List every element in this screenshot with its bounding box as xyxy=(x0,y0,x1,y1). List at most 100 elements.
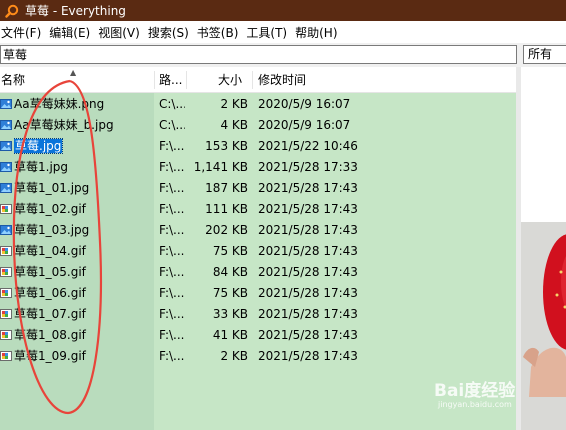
file-modified: 2020/5/9 16:07 xyxy=(258,118,351,132)
file-size: 202 KB xyxy=(205,223,248,237)
gif-icon xyxy=(0,330,12,340)
file-name-text: 草莓1_09.gif xyxy=(14,349,86,363)
table-row[interactable]: 草莓1.jpg F:\... 1,141 KB 2021/5/28 17:33 xyxy=(0,157,516,178)
table-row[interactable]: 草莓1_05.gif F:\... 84 KB 2021/5/28 17:43 xyxy=(0,262,516,283)
column-divider[interactable] xyxy=(186,71,187,89)
column-header-size[interactable]: 大小 xyxy=(218,67,242,93)
table-row[interactable]: 草莓1_07.gif F:\... 33 KB 2021/5/28 17:43 xyxy=(0,304,516,325)
table-row[interactable]: Aa草莓妹妹_b.jpg C:\... 4 KB 2020/5/9 16:07 xyxy=(0,115,516,136)
title-bar: 草莓 - Everything xyxy=(0,0,566,21)
gif-icon xyxy=(0,204,12,214)
menu-tools[interactable]: 工具(T) xyxy=(244,24,293,41)
file-modified: 2020/5/9 16:07 xyxy=(258,97,351,111)
file-path: C:\... xyxy=(159,118,185,132)
table-row[interactable]: 草莓1_06.gif F:\... 75 KB 2021/5/28 17:43 xyxy=(0,283,516,304)
file-name-text: 草莓1.jpg xyxy=(14,160,69,174)
table-row[interactable]: 草莓1_01.jpg F:\... 187 KB 2021/5/28 17:43 xyxy=(0,178,516,199)
file-name: 草莓1_05.gif xyxy=(14,262,152,283)
table-row[interactable]: 草莓1_04.gif F:\... 75 KB 2021/5/28 17:43 xyxy=(0,241,516,262)
file-size: 75 KB xyxy=(212,286,248,300)
file-modified: 2021/5/28 17:43 xyxy=(258,181,358,195)
table-row[interactable]: 草莓1_09.gif F:\... 2 KB 2021/5/28 17:43 xyxy=(0,346,516,367)
file-path: F:\... xyxy=(159,307,185,321)
column-header-name[interactable]: 名称 xyxy=(1,67,25,93)
gif-icon xyxy=(0,246,12,256)
file-name-text: Aa草莓妹妹.png xyxy=(14,97,105,111)
image-icon xyxy=(0,99,12,109)
file-path: F:\... xyxy=(159,244,185,258)
file-name-text: 草莓.jpg xyxy=(14,138,64,154)
file-path: F:\... xyxy=(159,286,185,300)
file-path: F:\... xyxy=(159,160,185,174)
image-icon xyxy=(0,120,12,130)
file-name-text: 草莓1_06.gif xyxy=(14,286,86,300)
file-name-text: 草莓1_02.gif xyxy=(14,202,86,216)
menu-bookmarks[interactable]: 书签(B) xyxy=(195,24,245,41)
file-name: Aa草莓妹妹_b.jpg xyxy=(14,115,152,136)
file-modified: 2021/5/28 17:43 xyxy=(258,286,358,300)
file-size: 1,141 KB xyxy=(193,160,248,174)
file-size: 111 KB xyxy=(205,202,248,216)
column-header-path[interactable]: 路... xyxy=(159,67,182,93)
image-icon xyxy=(0,183,12,193)
strawberry-preview-image xyxy=(521,67,566,430)
column-divider[interactable] xyxy=(154,71,155,89)
menu-view[interactable]: 视图(V) xyxy=(96,24,146,41)
file-size: 2 KB xyxy=(220,349,248,363)
search-bar: 所有 xyxy=(0,43,566,67)
image-icon xyxy=(0,162,12,172)
menu-help[interactable]: 帮助(H) xyxy=(293,24,343,41)
file-modified: 2021/5/28 17:43 xyxy=(258,349,358,363)
table-row[interactable]: Aa草莓妹妹.png C:\... 2 KB 2020/5/9 16:07 xyxy=(0,94,516,115)
file-modified: 2021/5/28 17:43 xyxy=(258,223,358,237)
file-path: F:\... xyxy=(159,223,185,237)
table-row[interactable]: 草莓1_08.gif F:\... 41 KB 2021/5/28 17:43 xyxy=(0,325,516,346)
file-size: 33 KB xyxy=(212,307,248,321)
file-name: 草莓1_07.gif xyxy=(14,304,152,325)
menu-edit[interactable]: 编辑(E) xyxy=(47,24,96,41)
column-header-modified[interactable]: 修改时间 xyxy=(258,67,306,93)
gif-icon xyxy=(0,351,12,361)
file-name-text: 草莓1_05.gif xyxy=(14,265,86,279)
file-name: 草莓1.jpg xyxy=(14,157,152,178)
everything-app-icon xyxy=(5,4,19,18)
sort-ascending-icon: ▲ xyxy=(70,68,77,77)
menu-search[interactable]: 搜索(S) xyxy=(146,24,195,41)
menu-file[interactable]: 文件(F) xyxy=(0,24,47,41)
file-path: F:\... xyxy=(159,139,185,153)
file-modified: 2021/5/28 17:43 xyxy=(258,244,358,258)
file-modified: 2021/5/28 17:43 xyxy=(258,307,358,321)
file-name: 草莓1_01.jpg xyxy=(14,178,152,199)
file-name: 草莓.jpg xyxy=(14,136,152,157)
file-name: 草莓1_03.jpg xyxy=(14,220,152,241)
table-row[interactable]: 草莓1_02.gif F:\... 111 KB 2021/5/28 17:43 xyxy=(0,199,516,220)
file-path: F:\... xyxy=(159,328,185,342)
file-path: F:\... xyxy=(159,265,185,279)
image-icon xyxy=(0,225,12,235)
table-row[interactable]: 草莓.jpg F:\... 153 KB 2021/5/22 10:46 xyxy=(0,136,516,157)
results-list[interactable]: ▲ 名称 路... 大小 修改时间 Aa草莓妹妹.png C:\... 2 KB 20… xyxy=(0,67,516,430)
file-size: 4 KB xyxy=(220,118,248,132)
table-row[interactable]: 草莓1_03.jpg F:\... 202 KB 2021/5/28 17:43 xyxy=(0,220,516,241)
file-size: 153 KB xyxy=(205,139,248,153)
file-modified: 2021/5/28 17:43 xyxy=(258,265,358,279)
file-path: F:\... xyxy=(159,181,185,195)
file-name: Aa草莓妹妹.png xyxy=(14,94,152,115)
menu-bar: 文件(F) 编辑(E) 视图(V) 搜索(S) 书签(B) 工具(T) 帮助(H… xyxy=(0,21,566,43)
filter-dropdown[interactable]: 所有 xyxy=(523,45,566,64)
file-path: F:\... xyxy=(159,349,185,363)
search-input[interactable] xyxy=(0,45,517,64)
image-icon xyxy=(0,141,12,151)
file-modified: 2021/5/28 17:43 xyxy=(258,328,358,342)
preview-pane xyxy=(516,67,566,430)
file-name: 草莓1_06.gif xyxy=(14,283,152,304)
file-name-text: 草莓1_03.jpg xyxy=(14,223,90,237)
file-name: 草莓1_09.gif xyxy=(14,346,152,367)
file-name: 草莓1_08.gif xyxy=(14,325,152,346)
file-size: 187 KB xyxy=(205,181,248,195)
window-title: 草莓 - Everything xyxy=(25,4,126,18)
gif-icon xyxy=(0,309,12,319)
file-name-text: 草莓1_01.jpg xyxy=(14,181,90,195)
gif-icon xyxy=(0,267,12,277)
column-divider[interactable] xyxy=(252,71,253,89)
